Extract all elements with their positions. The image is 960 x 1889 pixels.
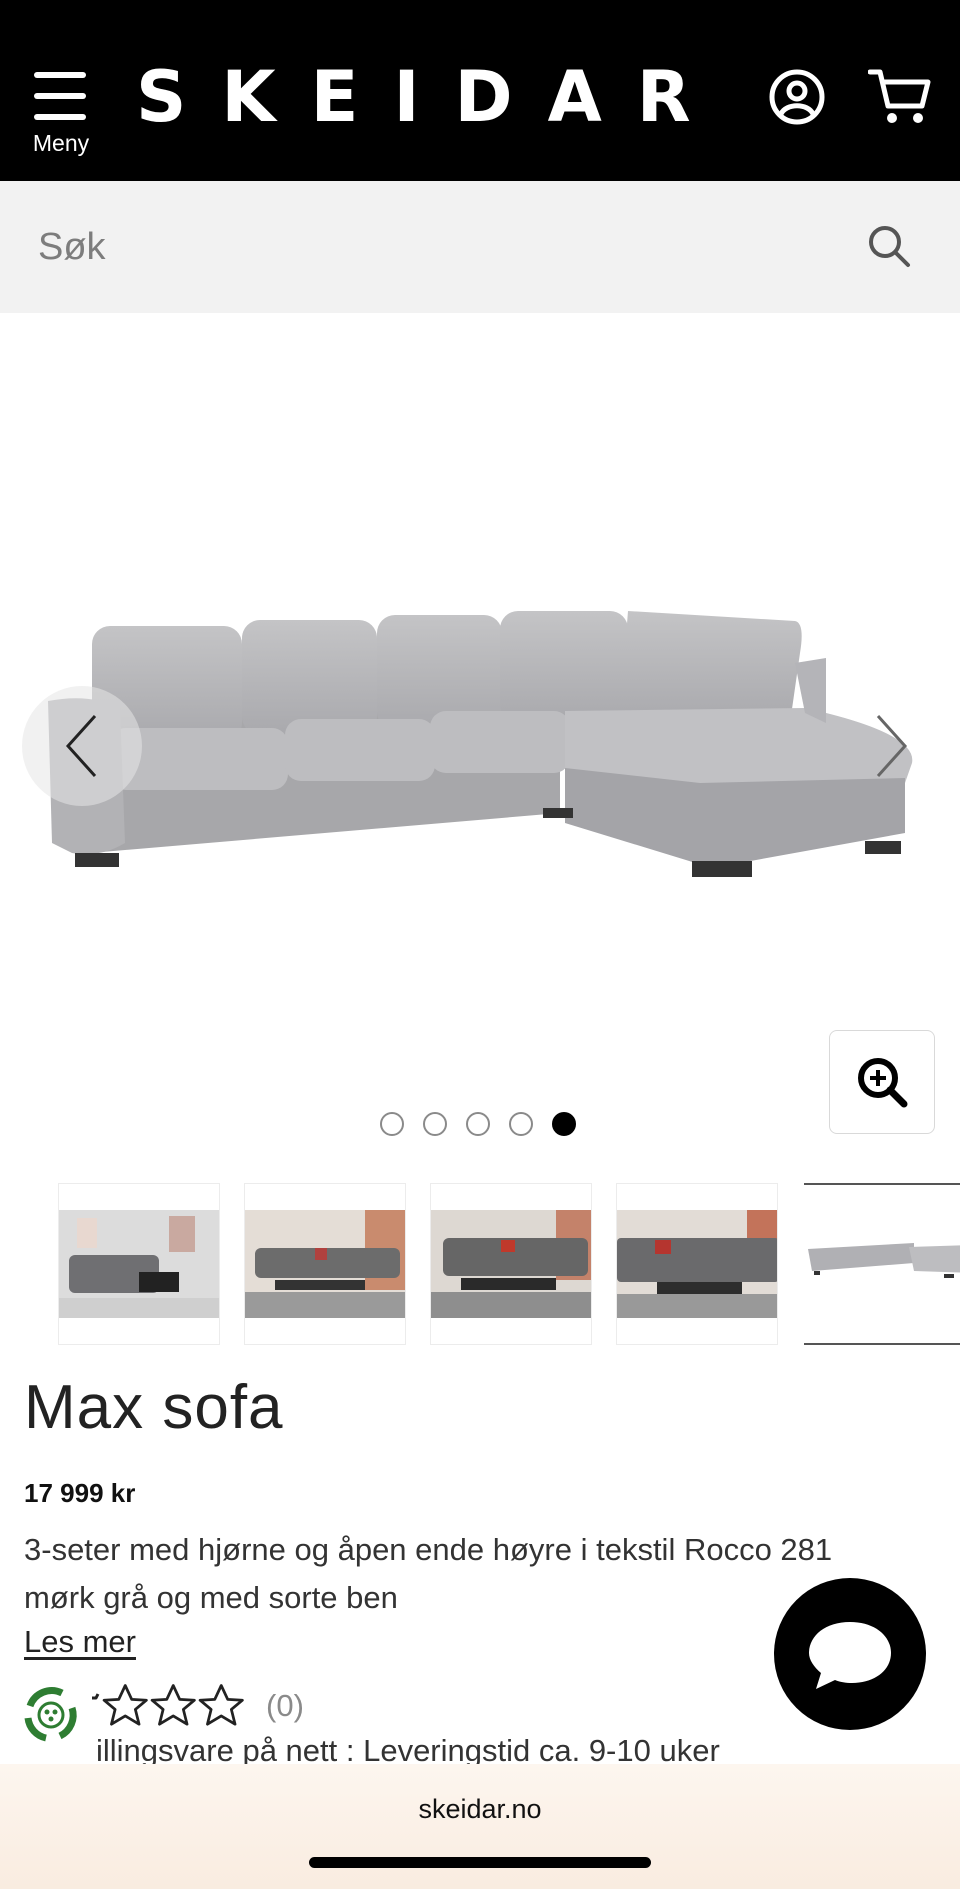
product-image-gallery[interactable] — [0, 313, 960, 1153]
prev-image-button[interactable] — [22, 686, 142, 806]
living-room-thumbnail — [59, 1210, 219, 1318]
thumbnail-4[interactable] — [616, 1183, 778, 1345]
search-icon — [869, 226, 910, 267]
recycle-icon — [21, 1685, 81, 1745]
living-room-thumbnail — [617, 1210, 777, 1318]
home-indicator[interactable] — [309, 1857, 651, 1868]
account-button[interactable] — [768, 68, 826, 126]
chevron-right-icon — [876, 714, 908, 778]
product-description: 3-seter med hjørne og åpen ende høyre i … — [24, 1532, 833, 1615]
sofa-thumbnail — [804, 1211, 960, 1319]
hamburger-icon — [34, 72, 86, 120]
eco-badge[interactable] — [16, 1680, 86, 1750]
menu-button[interactable]: Meny — [28, 68, 94, 158]
star-rating-icons — [92, 1684, 244, 1726]
carousel-dot[interactable] — [423, 1112, 447, 1136]
search-bar — [0, 181, 960, 313]
product-rating[interactable]: (0) — [90, 1684, 304, 1728]
url-text: skeidar.no — [418, 1794, 542, 1824]
product-title: Max sofa — [24, 1373, 284, 1442]
sofa-product-image — [48, 611, 913, 877]
thumbnail-strip — [0, 1183, 960, 1345]
search-input[interactable] — [38, 211, 838, 283]
thumbnail-1[interactable] — [58, 1183, 220, 1345]
cart-button[interactable] — [867, 66, 932, 126]
site-header: Meny SKEIDAR — [0, 0, 960, 181]
carousel-dot[interactable] — [509, 1112, 533, 1136]
product-price: 17 999 kr — [24, 1478, 136, 1508]
menu-label: Meny — [32, 130, 90, 156]
zoom-button[interactable] — [829, 1030, 935, 1134]
carousel-dot-active[interactable] — [552, 1112, 576, 1136]
cart-icon — [867, 69, 931, 123]
thumbnail-2[interactable] — [244, 1183, 406, 1345]
zoom-in-icon — [858, 1058, 908, 1108]
chat-bubble-icon — [809, 1622, 891, 1689]
living-room-thumbnail — [431, 1210, 591, 1318]
brand-logo[interactable]: SKEIDAR — [136, 52, 726, 142]
user-circle-icon — [769, 69, 825, 125]
carousel-dot[interactable] — [466, 1112, 490, 1136]
living-room-thumbnail — [245, 1210, 405, 1318]
read-more-link[interactable]: Les mer — [24, 1624, 136, 1660]
thumbnail-5-selected[interactable] — [804, 1183, 960, 1345]
review-count: (0) — [266, 1688, 304, 1723]
search-button[interactable] — [866, 223, 912, 269]
carousel-dot[interactable] — [380, 1112, 404, 1136]
chevron-left-icon — [65, 714, 97, 778]
next-image-button[interactable] — [840, 686, 950, 806]
browser-address-bar[interactable]: skeidar.no — [0, 1764, 960, 1889]
thumbnail-3[interactable] — [430, 1183, 592, 1345]
chat-button[interactable] — [774, 1578, 926, 1730]
